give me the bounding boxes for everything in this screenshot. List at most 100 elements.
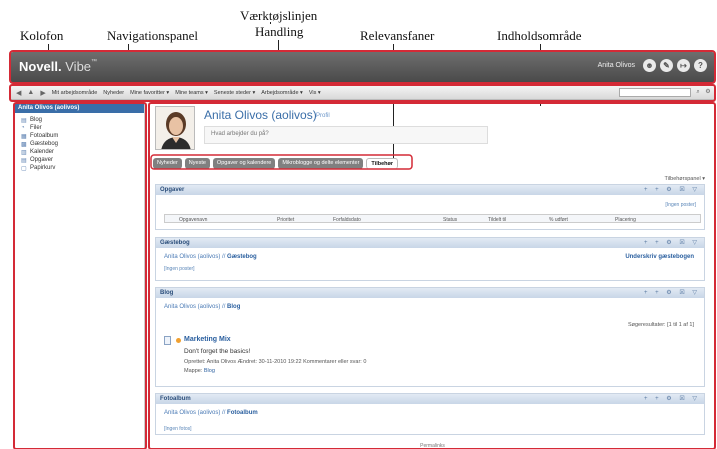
sidebar-item-label: Opgaver xyxy=(30,157,54,163)
callout-vaerktoejslinjen: Værktøjslinjen xyxy=(240,8,318,23)
column-header[interactable]: Placering xyxy=(615,217,636,223)
guestbook-icon: ▩ xyxy=(21,141,27,148)
section-title: Blog xyxy=(160,290,174,296)
section-header: Gæstebog + + ⚙ ☒ ▽ xyxy=(156,238,704,248)
blog-section: Blog + + ⚙ ☒ ▽ Anita Olivos (aolivos) //… xyxy=(155,287,705,387)
toolbar-recent-places[interactable]: Seneste steder ▾ xyxy=(214,90,255,96)
column-header[interactable]: Status xyxy=(443,217,457,223)
photo-album-section: Fotoalbum + + ⚙ ☒ ▽ Anita Olivos (aolivo… xyxy=(155,393,705,435)
section-title: Opgaver xyxy=(160,187,185,193)
crumb-owner: Anita Olivos (aolivos) xyxy=(164,410,221,416)
tab-accessories[interactable]: Tilbehør xyxy=(366,158,399,169)
sidebar-item-photo-album[interactable]: ▦ Fotoalbum xyxy=(15,132,144,140)
navigation-panel: Anita Olivos (aolivos) ▤ Blog ◔ Filer ▦ Fot… xyxy=(15,104,145,449)
sidebar-item-guestbook[interactable]: ▩ Gæstebog xyxy=(15,140,144,148)
sidebar-item-calendar[interactable]: ▥ Kalender xyxy=(15,148,144,156)
callout-handling: Handling xyxy=(255,24,304,39)
callout-indholdsomraade: Indholdsområde xyxy=(497,28,582,43)
blog-post-title[interactable]: Marketing Mix xyxy=(184,336,231,343)
sidebar-item-label: Gæstebog xyxy=(30,141,59,147)
profile-name: Anita Olivos (aolivos) xyxy=(204,108,317,122)
task-columns: Opgavenavn Prioritet Forfaldsdato Status… xyxy=(164,214,701,223)
search-result-count: Søgeresultater: [1 til 1 af 1] xyxy=(627,322,694,328)
section-controls[interactable]: + + ⚙ ☒ ▽ xyxy=(644,186,700,193)
section-controls[interactable]: + + ⚙ ☒ ▽ xyxy=(644,239,700,246)
relevance-tabs: Nyheder Nyeste Opgaver og kalendere Mikr… xyxy=(153,158,399,169)
document-icon xyxy=(164,336,171,345)
nav-list: ▤ Blog ◔ Filer ▦ Fotoalbum ▩ Gæstebog ▥ Kalen… xyxy=(15,116,144,172)
calendar-icon: ▥ xyxy=(21,149,27,156)
blog-post-folder: Mappe: Blog xyxy=(184,368,215,374)
column-header[interactable]: % udført xyxy=(549,217,568,223)
column-header[interactable]: Forfaldsdato xyxy=(333,217,361,223)
sidebar-item-label: Papirkurv xyxy=(30,165,56,171)
sign-guestbook-link[interactable]: Underskriv gæstebogen xyxy=(625,254,694,260)
files-icon: ◔ xyxy=(21,125,25,131)
avatar[interactable] xyxy=(155,106,195,150)
toolbar: ◀ ▲ ▶ Mit arbejdsområde Nyheder Mine fav… xyxy=(10,86,715,100)
tab-tasks-calendars[interactable]: Opgaver og kalendere xyxy=(212,158,276,169)
tab-news[interactable]: Nyheder xyxy=(153,158,182,169)
person-icon[interactable]: ☻ xyxy=(643,59,656,72)
toolbar-view[interactable]: Vis ▾ xyxy=(309,90,321,96)
sidebar-item-tasks[interactable]: ▤ Opgaver xyxy=(15,156,144,164)
brand-logo[interactable]: Novell. Vibe™ xyxy=(19,59,97,74)
callout-navigationspanel: Navigationspanel xyxy=(107,28,198,43)
permalink[interactable]: Permalinks xyxy=(150,443,715,449)
crumb-target: Fotoalbum xyxy=(227,410,258,416)
tasks-section: Opgaver + + ⚙ ☒ ▽ [Ingen poster] Opgaven… xyxy=(155,184,705,230)
sidebar-item-files[interactable]: ◔ Filer xyxy=(15,124,144,132)
toolbar-favorites[interactable]: Mine favoritter ▾ xyxy=(130,90,169,96)
search-icon[interactable]: ⌕ xyxy=(694,88,702,97)
crumb-owner: Anita Olivos (aolivos) xyxy=(164,304,221,310)
search-options-icon[interactable]: ⚙ xyxy=(704,88,712,97)
search-input[interactable] xyxy=(619,88,691,97)
crumb-owner: Anita Olivos (aolivos) xyxy=(164,254,221,260)
crumb-target: Blog xyxy=(227,304,241,310)
column-header[interactable]: Prioritet xyxy=(277,217,294,223)
photo-breadcrumb[interactable]: Anita Olivos (aolivos) // Fotoalbum xyxy=(164,410,258,416)
back-icon[interactable]: ◀ xyxy=(16,89,21,97)
column-header[interactable]: Opgavenavn xyxy=(179,217,207,223)
section-controls[interactable]: + + ⚙ ☒ ▽ xyxy=(644,395,700,402)
tab-newest[interactable]: Nyeste xyxy=(184,158,210,169)
callout-kolofon: Kolofon xyxy=(20,28,64,43)
profile-link[interactable]: Profil xyxy=(316,113,330,119)
accessory-panel-menu[interactable]: Tilbehørspanel ▾ xyxy=(665,176,705,182)
trash-icon: ▢ xyxy=(21,165,27,172)
toolbar-teams[interactable]: Mine teams ▾ xyxy=(175,90,208,96)
toolbar-workspace[interactable]: Arbejdsområde ▾ xyxy=(261,90,303,96)
callout-line-vaerktoejslinjen xyxy=(270,22,271,24)
forward-icon[interactable]: ▶ xyxy=(40,89,45,97)
section-controls[interactable]: + + ⚙ ☒ ▽ xyxy=(644,289,700,296)
sidebar-item-blog[interactable]: ▤ Blog xyxy=(15,116,144,124)
status-input[interactable]: Hvad arbejder du på? xyxy=(204,126,488,144)
up-icon[interactable]: ▲ xyxy=(27,89,34,96)
section-header: Blog + + ⚙ ☒ ▽ xyxy=(156,288,704,298)
guestbook-section: Gæstebog + + ⚙ ☒ ▽ Anita Olivos (aolivos… xyxy=(155,237,705,281)
column-header[interactable]: Tildelt til xyxy=(488,217,506,223)
no-posts-text: [Ingen poster] xyxy=(665,202,696,208)
nav-title[interactable]: Anita Olivos (aolivos) xyxy=(15,104,144,113)
toolbar-my-workspace[interactable]: Mit arbejdsområde xyxy=(52,90,98,96)
logout-icon[interactable]: ↦ xyxy=(677,59,690,72)
guestbook-breadcrumb[interactable]: Anita Olivos (aolivos) // Gæstebog xyxy=(164,254,257,260)
blog-post-body: Don't forget the basics! xyxy=(184,348,251,355)
sidebar-item-trash[interactable]: ▢ Papirkurv xyxy=(15,164,144,172)
brand-name: Novell. xyxy=(19,59,62,74)
tasks-icon: ▤ xyxy=(21,157,27,164)
toolbar-news[interactable]: Nyheder xyxy=(103,90,124,96)
blog-breadcrumb[interactable]: Anita Olivos (aolivos) // Blog xyxy=(164,304,240,310)
no-posts-text: [Ingen poster] xyxy=(164,266,195,272)
folder-link[interactable]: Blog xyxy=(204,368,215,374)
sidebar-item-label: Fotoalbum xyxy=(30,133,59,139)
user-name[interactable]: Anita Olivos xyxy=(598,62,635,69)
folder-label: Mappe: xyxy=(184,368,203,374)
section-title: Gæstebog xyxy=(160,240,190,246)
section-header: Opgaver + + ⚙ ☒ ▽ xyxy=(156,185,704,195)
content-area: Anita Olivos (aolivos) Profil Hvad arbej… xyxy=(150,104,715,449)
edit-icon[interactable]: ✎ xyxy=(660,59,673,72)
tab-microblogs-shared[interactable]: Mikroblogge og delte elementer xyxy=(278,158,364,169)
blog-icon: ▤ xyxy=(21,117,27,124)
help-icon[interactable]: ? xyxy=(694,59,707,72)
